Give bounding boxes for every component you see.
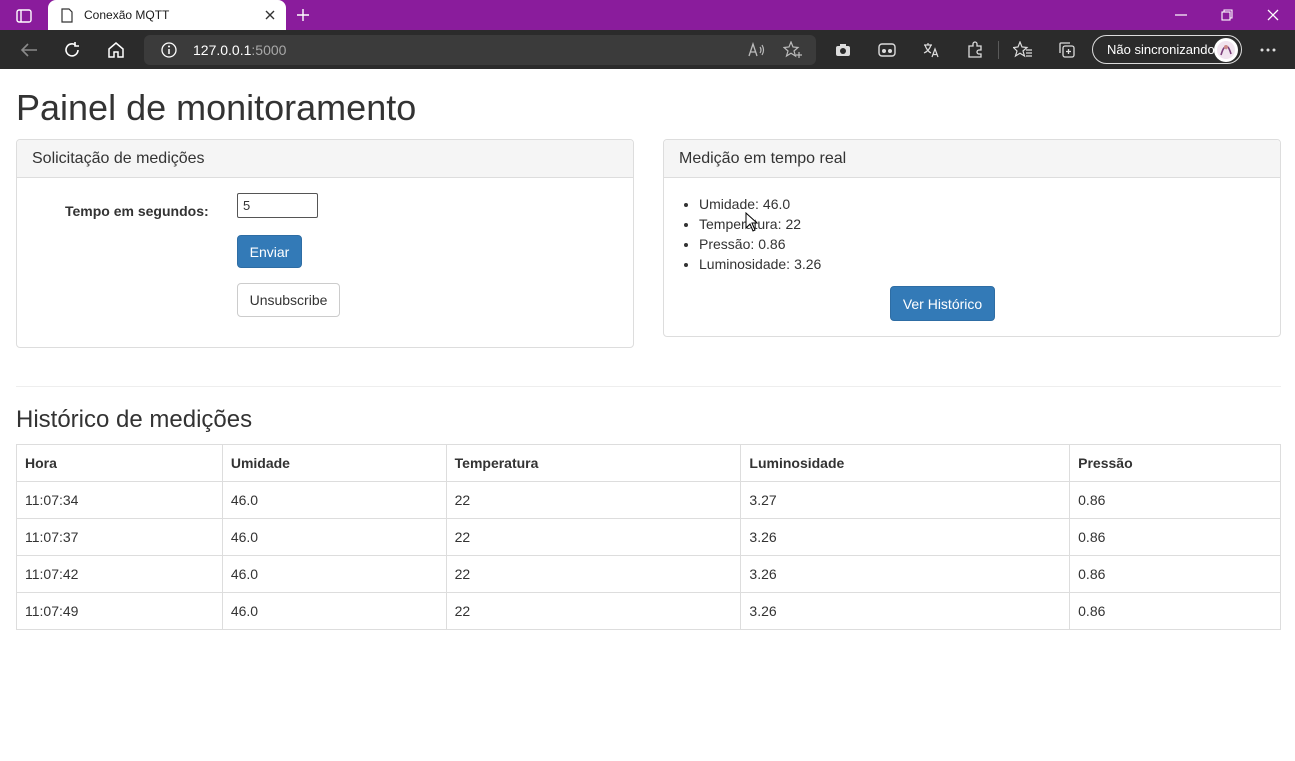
table-row: 11:07:42 46.0 22 3.26 0.86: [16, 555, 1281, 593]
page-title: Painel de monitoramento: [16, 87, 417, 128]
cell-humidity: 46.0: [221, 555, 447, 593]
more-options-icon[interactable]: [1257, 39, 1279, 61]
favorites-icon[interactable]: [1012, 39, 1034, 61]
readings-list: Umidade:46.0 Temperatura:22 Pressão:0.86…: [699, 194, 821, 274]
mouse-cursor-icon: [745, 211, 759, 232]
cell-temperature: 22: [445, 592, 742, 630]
cell-pressure: 0.86: [1069, 518, 1281, 556]
reading-humidity: Umidade:46.0: [699, 194, 821, 214]
cell-time: 11:07:34: [16, 481, 223, 519]
collections-icon[interactable]: [1056, 39, 1078, 61]
unsubscribe-button[interactable]: Unsubscribe: [237, 283, 340, 317]
site-info-icon[interactable]: [160, 41, 178, 59]
refresh-icon[interactable]: [61, 39, 83, 61]
table-header-row: Hora Umidade Temperatura Luminosidade Pr…: [16, 444, 1281, 482]
close-window-icon[interactable]: [1250, 0, 1295, 30]
cell-luminosity: 3.26: [740, 592, 1071, 630]
column-header-pressure: Pressão: [1069, 444, 1281, 482]
toolbar-divider: [998, 41, 999, 59]
reading-label: Umidade:: [699, 196, 759, 212]
extension-icon[interactable]: [876, 39, 898, 61]
cell-temperature: 22: [445, 518, 742, 556]
column-header-luminosity: Luminosidade: [740, 444, 1071, 482]
extensions-puzzle-icon[interactable]: [964, 39, 986, 61]
cell-luminosity: 3.26: [740, 518, 1071, 556]
cell-pressure: 0.86: [1069, 592, 1281, 630]
back-icon[interactable]: [18, 39, 40, 61]
home-icon[interactable]: [105, 39, 127, 61]
new-tab-icon[interactable]: [292, 5, 314, 25]
cell-humidity: 46.0: [221, 518, 447, 556]
cell-temperature: 22: [445, 555, 742, 593]
reading-luminosity: Luminosidade:3.26: [699, 254, 821, 274]
browser-tab-active[interactable]: Conexão MQTT: [48, 0, 286, 30]
restore-icon[interactable]: [1204, 0, 1250, 30]
reading-value: 3.26: [794, 256, 822, 272]
column-header-temperature: Temperatura: [445, 444, 742, 482]
profile-sync-button[interactable]: Não sincronizando: [1092, 35, 1242, 64]
tab-actions-icon[interactable]: [10, 6, 38, 26]
cell-pressure: 0.86: [1069, 481, 1281, 519]
url-port: :5000: [251, 42, 287, 58]
reading-temperature: Temperatura:22: [699, 214, 821, 234]
minimize-icon[interactable]: [1158, 0, 1204, 30]
tab-title: Conexão MQTT: [84, 8, 170, 22]
page-content: Painel de monitoramento Solicitação de m…: [0, 69, 1295, 761]
reading-value: 46.0: [762, 196, 791, 212]
url-host: 127.0.0.1: [193, 42, 252, 58]
request-panel: Solicitação de medições Tempo em segundo…: [16, 139, 634, 348]
realtime-panel-heading: Medição em tempo real: [664, 140, 1280, 178]
table-row: 11:07:34 46.0 22 3.27 0.86: [16, 481, 1281, 519]
sync-label: Não sincronizando: [1107, 42, 1215, 57]
screenshot-icon[interactable]: [832, 39, 854, 61]
cell-luminosity: 3.27: [740, 481, 1071, 519]
cell-time: 11:07:49: [16, 592, 223, 630]
section-divider: [16, 386, 1281, 387]
reading-label: Luminosidade:: [699, 256, 791, 272]
avatar: [1214, 38, 1238, 62]
cell-humidity: 46.0: [221, 481, 447, 519]
realtime-panel: Medição em tempo real Umidade:46.0 Tempe…: [663, 139, 1281, 337]
table-row: 11:07:49 46.0 22 3.26 0.86: [16, 592, 1281, 630]
browser-titlebar: Conexão MQTT: [0, 0, 1295, 30]
history-table: Hora Umidade Temperatura Luminosidade Pr…: [16, 444, 1281, 630]
column-header-humidity: Umidade: [221, 444, 447, 482]
request-panel-heading: Solicitação de medições: [17, 140, 633, 178]
reading-label: Temperatura:: [699, 216, 782, 232]
close-tab-icon[interactable]: [260, 5, 280, 25]
url-text[interactable]: 127.0.0.1:5000: [193, 42, 286, 58]
reading-value: 0.86: [758, 236, 786, 252]
reading-label: Pressão:: [699, 236, 755, 252]
page-icon: [60, 7, 74, 23]
cell-luminosity: 3.26: [740, 555, 1071, 593]
cell-pressure: 0.86: [1069, 555, 1281, 593]
column-header-time: Hora: [16, 444, 223, 482]
reading-pressure: Pressão:0.86: [699, 234, 821, 254]
reading-value: 22: [785, 216, 802, 232]
translate-icon[interactable]: [920, 39, 942, 61]
cell-humidity: 46.0: [221, 592, 447, 630]
send-button[interactable]: Enviar: [237, 235, 302, 268]
time-seconds-input[interactable]: [237, 193, 318, 218]
cell-time: 11:07:42: [16, 555, 223, 593]
add-favorite-icon[interactable]: [782, 39, 804, 61]
view-history-button[interactable]: Ver Histórico: [890, 286, 995, 321]
history-title: Histórico de medições: [16, 406, 253, 433]
read-aloud-icon[interactable]: [746, 39, 768, 61]
time-label: Tempo em segundos:: [65, 203, 209, 219]
cell-temperature: 22: [445, 481, 742, 519]
cell-time: 11:07:37: [16, 518, 223, 556]
table-row: 11:07:37 46.0 22 3.26 0.86: [16, 518, 1281, 556]
